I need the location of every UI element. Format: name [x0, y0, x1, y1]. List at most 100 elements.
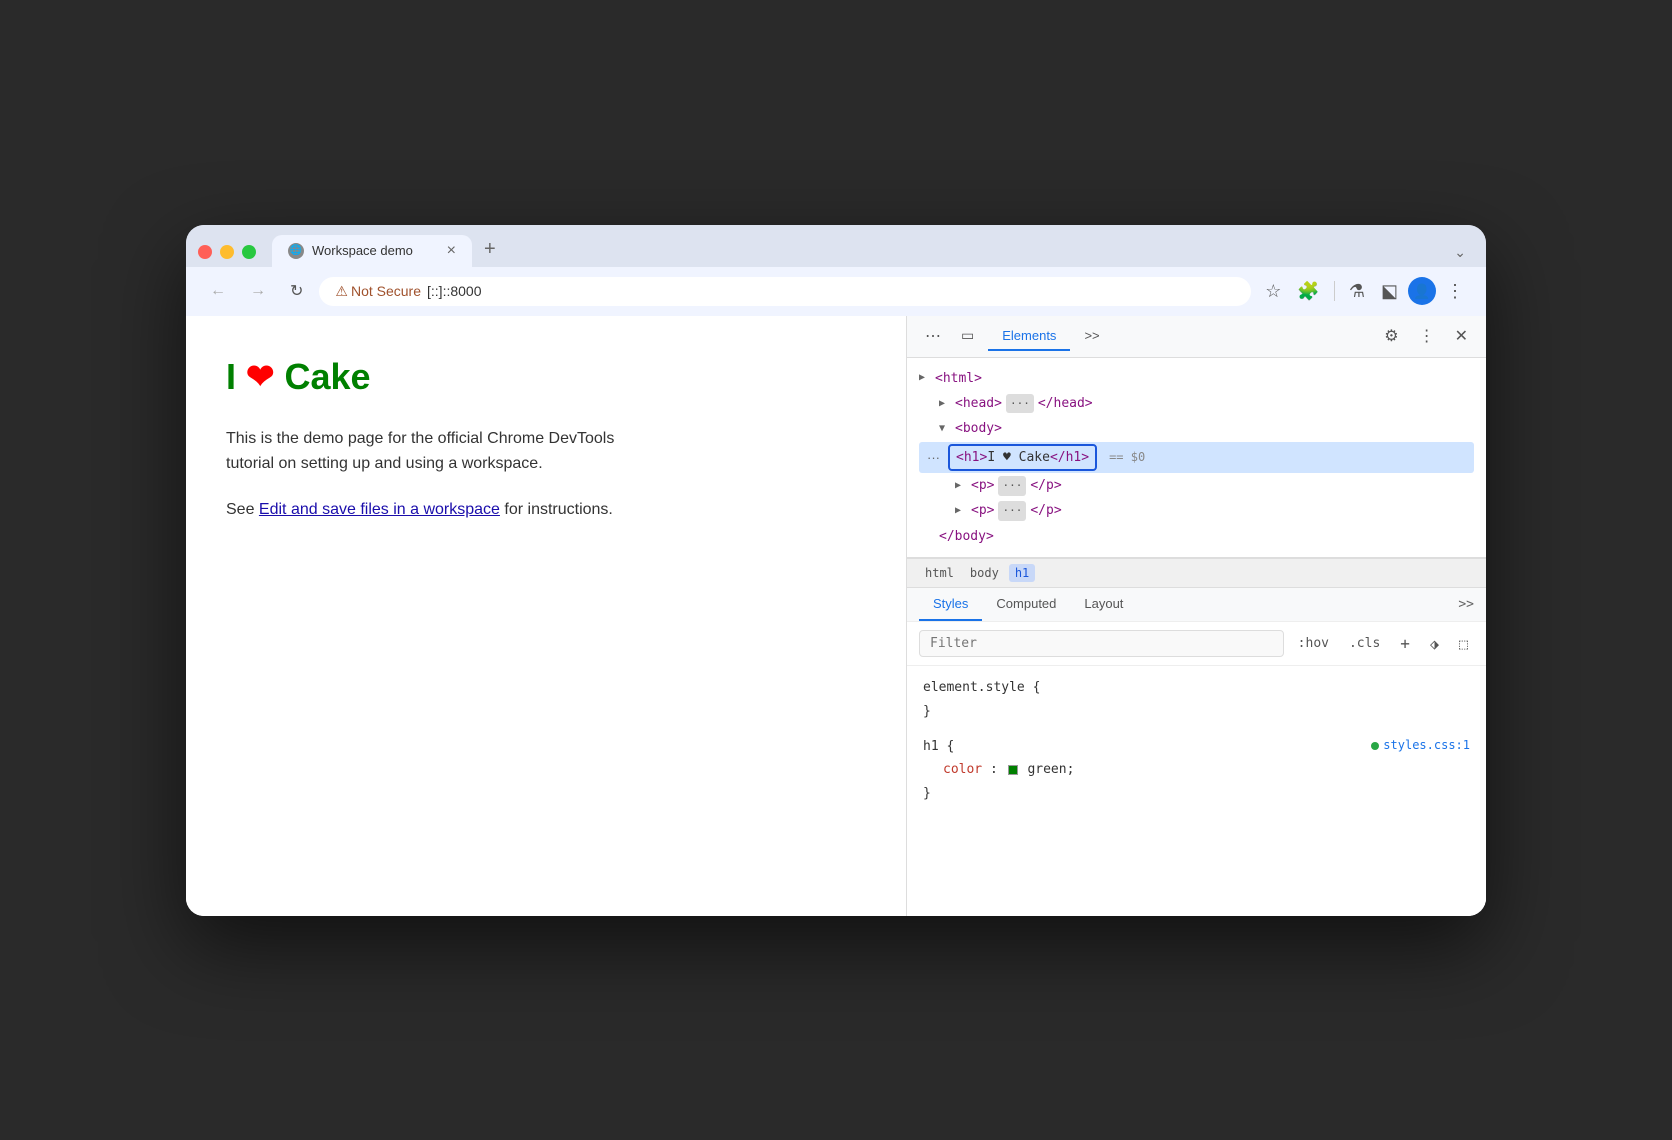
sub-tab-styles[interactable]: Styles: [919, 588, 982, 621]
nav-actions: ☆ 🧩 ⚗ ⬕ 👤 ⋮: [1259, 275, 1470, 308]
lab-icon: ⚗: [1349, 281, 1365, 302]
styles-file-link[interactable]: styles.css:1: [1371, 735, 1470, 757]
devtools-toolbar: ⋯ ▭ Elements >> ⚙: [907, 316, 1486, 358]
styles-sub-tabs: Styles Computed Layout >>: [907, 588, 1486, 622]
paragraph2-suffix: for instructions.: [504, 501, 612, 518]
more-icon: ⋮: [1446, 281, 1464, 302]
dom-panel: ▶ <html> ▶ <head> ··· </head> ▼ <body>: [907, 358, 1486, 559]
cls-button[interactable]: .cls: [1343, 632, 1386, 655]
minimize-dot[interactable]: [220, 245, 234, 259]
dom-tag-p1: <p>: [971, 474, 994, 497]
dom-triangle-head[interactable]: ▶: [939, 395, 951, 413]
profile-avatar[interactable]: 👤: [1408, 277, 1436, 305]
breadcrumb-html[interactable]: html: [919, 564, 960, 582]
tab-favicon: 🌐: [288, 243, 304, 259]
dom-tag-html: <html>: [935, 367, 982, 390]
device-icon: ▭: [961, 327, 974, 343]
dom-tag-head-close: </head>: [1038, 392, 1093, 415]
lab-button[interactable]: ⚗: [1343, 275, 1371, 308]
styles-filter-input[interactable]: [919, 630, 1284, 657]
styles-h1-prop-color[interactable]: color : green;: [923, 758, 1470, 781]
extensions-button[interactable]: 🧩: [1291, 275, 1325, 308]
not-secure-indicator: ⚠ Not Secure: [335, 283, 421, 300]
dom-ellipsis-p1[interactable]: ···: [998, 476, 1026, 496]
styles-rule-h1: h1 { styles.css:1 color : green;: [923, 735, 1470, 805]
browser-window: 🌐 Workspace demo × + ⌄ ← → ↻ ⚠ Not Secur…: [186, 225, 1486, 916]
not-secure-label: Not Secure: [351, 283, 421, 299]
breadcrumb-h1[interactable]: h1: [1009, 564, 1035, 582]
device-tool-button[interactable]: ▭: [955, 323, 980, 349]
settings-icon: ⚙: [1384, 328, 1398, 345]
sub-tab-more[interactable]: >>: [1458, 597, 1474, 612]
dom-breadcrumb: html body h1: [907, 558, 1486, 588]
inspector-tool-button[interactable]: ⋯: [919, 322, 947, 350]
nav-divider: [1334, 281, 1335, 301]
tab-dropdown[interactable]: ⌄: [1446, 244, 1474, 261]
devtools-panel: ⋯ ▭ Elements >> ⚙: [906, 316, 1486, 916]
dom-triangle-p1[interactable]: ▶: [955, 477, 967, 495]
dom-h1-node: <h1>I ♥ Cake</h1>: [948, 444, 1097, 471]
dom-tag-body-close: </body>: [939, 525, 994, 548]
breadcrumb-body[interactable]: body: [964, 564, 1005, 582]
tab-elements[interactable]: Elements: [988, 322, 1070, 351]
address-text: [::]::8000: [427, 283, 481, 299]
close-dot[interactable]: [198, 245, 212, 259]
new-tab-button[interactable]: +: [476, 238, 504, 261]
dom-line-p2[interactable]: ▶ <p> ··· </p>: [919, 498, 1474, 523]
heading-prefix: I: [226, 356, 236, 398]
styles-h1-selector[interactable]: h1 { styles.css:1: [923, 735, 1470, 758]
devtools-more-button[interactable]: ⋮: [1413, 322, 1441, 350]
dom-line-h1[interactable]: ··· <h1>I ♥ Cake</h1> == $0: [919, 442, 1474, 473]
workspace-link[interactable]: Edit and save files in a workspace: [259, 501, 500, 518]
sidebar-button[interactable]: ⬕: [1375, 275, 1404, 308]
sidebar-icon: ⬕: [1381, 281, 1398, 302]
more-button[interactable]: ⋮: [1440, 275, 1470, 308]
color-swatch[interactable]: [1008, 765, 1018, 775]
dom-tag-body: <body>: [955, 417, 1002, 440]
dom-tag-p2-close: </p>: [1030, 499, 1061, 522]
bookmark-icon: ☆: [1265, 281, 1281, 302]
forward-button[interactable]: →: [242, 276, 274, 306]
dom-ellipsis-head[interactable]: ···: [1006, 394, 1034, 414]
dom-triangle-body[interactable]: ▼: [939, 420, 951, 438]
styles-filter-bar: :hov .cls + ⬗ ⬚: [907, 622, 1486, 666]
style-tool-btn1[interactable]: ⬗: [1424, 631, 1445, 657]
page-content: I ❤ Cake This is the demo page for the o…: [186, 316, 906, 916]
back-button[interactable]: ←: [202, 276, 234, 306]
hov-button[interactable]: :hov: [1292, 632, 1335, 655]
sub-tab-computed[interactable]: Computed: [982, 588, 1070, 621]
styles-element-selector: element.style {: [923, 676, 1470, 699]
inspector-icon: ⋯: [925, 328, 941, 345]
dom-tag-head: <head>: [955, 392, 1002, 415]
dom-line-html[interactable]: ▶ <html>: [919, 366, 1474, 391]
dom-line-head[interactable]: ▶ <head> ··· </head>: [919, 391, 1474, 416]
dom-line-p1[interactable]: ▶ <p> ··· </p>: [919, 473, 1474, 498]
tab-close-button[interactable]: ×: [447, 243, 456, 259]
devtools-close-button[interactable]: ✕: [1449, 322, 1474, 350]
dom-tag-h1-open: <h1>: [956, 450, 987, 465]
profile-icon: 👤: [1413, 283, 1430, 300]
paragraph2-prefix: See: [226, 501, 254, 518]
tab-more[interactable]: >>: [1070, 322, 1113, 351]
bookmark-button[interactable]: ☆: [1259, 275, 1287, 308]
devtools-settings-button[interactable]: ⚙: [1378, 322, 1404, 350]
dom-triangle-html[interactable]: ▶: [919, 369, 931, 387]
add-style-button[interactable]: +: [1394, 630, 1416, 657]
refresh-icon: ↻: [290, 281, 303, 301]
dom-dots-button[interactable]: ···: [923, 450, 944, 465]
dom-h1-content: I ♥ Cake: [987, 450, 1050, 465]
dom-line-body[interactable]: ▼ <body>: [919, 416, 1474, 441]
more-dots-icon: ⋮: [1419, 328, 1435, 345]
dom-triangle-p2[interactable]: ▶: [955, 502, 967, 520]
sub-tab-layout[interactable]: Layout: [1070, 588, 1137, 621]
warning-icon: ⚠: [335, 283, 348, 300]
refresh-button[interactable]: ↻: [282, 275, 311, 307]
page-paragraph1: This is the demo page for the official C…: [226, 426, 666, 477]
address-bar[interactable]: ⚠ Not Secure [::]::8000: [319, 277, 1251, 306]
active-tab[interactable]: 🌐 Workspace demo ×: [272, 235, 472, 267]
close-icon: ✕: [1455, 328, 1468, 345]
nav-bar: ← → ↻ ⚠ Not Secure [::]::8000 ☆ 🧩 ⚗: [186, 267, 1486, 316]
dom-ellipsis-p2[interactable]: ···: [998, 501, 1026, 521]
maximize-dot[interactable]: [242, 245, 256, 259]
style-tool-btn2[interactable]: ⬚: [1453, 631, 1474, 657]
